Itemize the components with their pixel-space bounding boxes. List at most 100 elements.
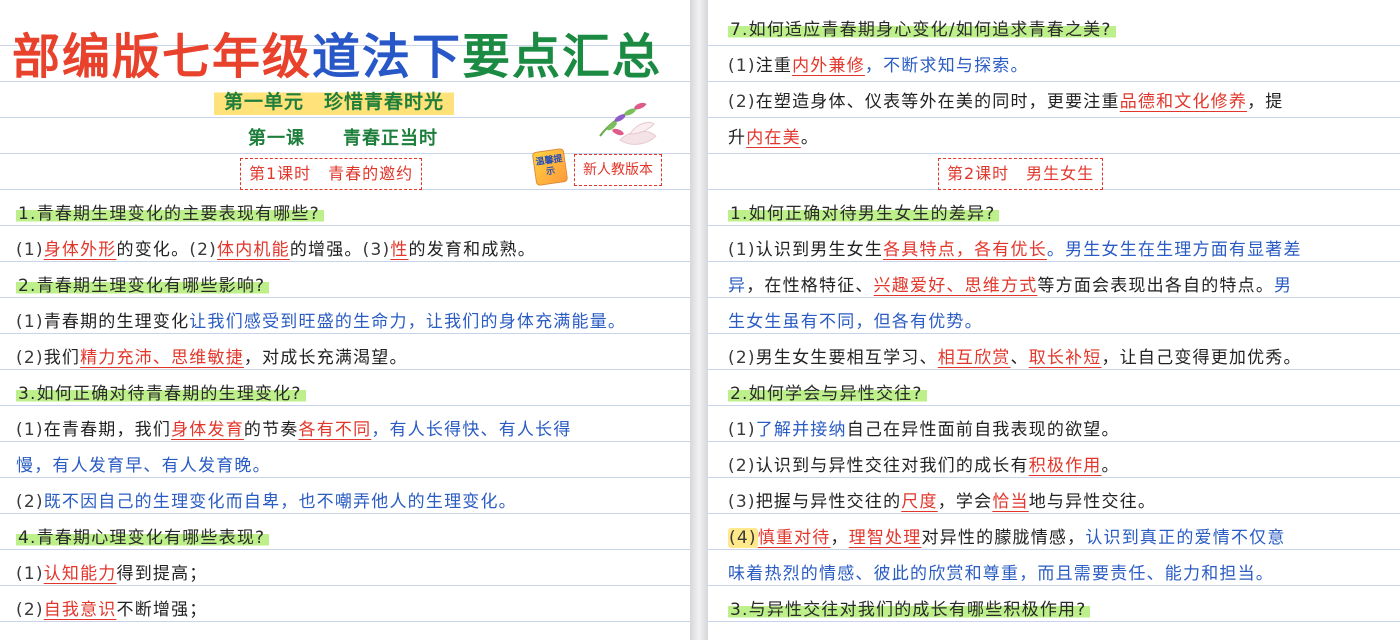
answer-line: (2)认识到与异性交往对我们的成长有积极作用。 <box>728 448 1386 484</box>
answer-line: (3)把握与异性交往的尺度，学会恰当地与异性交往。 <box>728 484 1386 520</box>
note-text: 对异性的朦胧情感， <box>921 528 1086 548</box>
key-term: 尺度 <box>901 492 938 512</box>
note-text: 。 <box>800 128 820 148</box>
answer-line: 异，在性格特征、兴趣爱好、思维方式等方面会表现出各自的特点。男 <box>728 268 1386 304</box>
note-text: 得到提高； <box>116 564 208 584</box>
answer-line: 慢，有人发育早、有人发育晚。 <box>16 448 674 484</box>
note-text: 异 <box>728 276 747 296</box>
key-term: 理智处理 <box>848 528 922 548</box>
key-term: 各有不同 <box>298 420 372 440</box>
question-highlight: 2.青春期生理变化有哪些影响? <box>16 276 270 296</box>
left-page: 部编版七年级道法下要点汇总 第一单元 珍惜青春时光 第一课 青春正当时 第1课时… <box>0 0 690 640</box>
answer-line: (2)自我意识不断增强； <box>16 592 674 628</box>
note-text: 。 <box>1101 456 1120 476</box>
note-text: ，对成长充满渴望。 <box>243 348 408 368</box>
item-number: (1) <box>16 312 44 332</box>
item-number: (1) <box>16 564 44 584</box>
period-label-2: 第2课时 男生女生 <box>938 158 1104 190</box>
key-term: 自我意识 <box>43 600 117 620</box>
question-line: 2.青春期生理变化有哪些影响? <box>16 268 674 304</box>
note-text: 1.青春期生理变化的主要表现有哪些? <box>18 204 320 224</box>
answer-line: (1)认识到男生女生各具特点，各有优长。男生女生在生理方面有显著差 <box>728 232 1386 268</box>
note-text: ，提 <box>1247 92 1284 112</box>
item-number: (3) <box>728 492 756 512</box>
key-term: 内外兼修 <box>792 56 865 76</box>
note-text: 认识到与异性交往对我们的成长有 <box>755 456 1029 476</box>
note-text: ，在性格特征、 <box>746 276 874 296</box>
item-number: (2) <box>728 456 756 476</box>
item-number: (1) <box>728 240 756 260</box>
note-text: 男 <box>1274 276 1293 296</box>
note-text: 男生女生要相互学习、 <box>755 348 938 368</box>
answer-line: (1)了解并接纳自己在异性面前自我表现的欲望。 <box>728 412 1386 448</box>
lesson-title: 第一课 青春正当时 <box>248 128 438 149</box>
note-text: 慢，有人发育早、有人发育晚。 <box>16 456 271 476</box>
answer-line: (2)男生女生要相互学习、相互欣赏、取长补短，让自己变得更加优秀。 <box>728 340 1386 376</box>
note-text: 、 <box>1010 348 1029 368</box>
dove-olive-branch-icon <box>599 102 657 145</box>
key-term: 相互欣赏 <box>937 348 1011 368</box>
key-term: 性 <box>390 240 409 260</box>
key-term: 积极作用 <box>1028 456 1102 476</box>
key-term: 慎重对待 <box>757 528 831 548</box>
answer-line: (1)认知能力得到提高； <box>16 556 674 592</box>
note-text: 的增强。 <box>289 240 363 260</box>
page-title: 部编版七年级道法下要点汇总 <box>12 22 672 92</box>
title-part-1: 部编版七年级 <box>12 29 313 85</box>
item-number: (2) <box>728 92 756 112</box>
question-line: 3.如何正确对待青春期的生理变化? <box>16 376 674 412</box>
item-number: (1) <box>728 56 756 76</box>
note-text: 认识到男生女生 <box>755 240 884 260</box>
key-term: 身体发育 <box>171 420 244 440</box>
note-text: 2.如何学会与异性交往? <box>730 384 923 404</box>
question-highlight: 2.如何学会与异性交往? <box>728 384 927 404</box>
note-text: 3.与异性交往对我们的成长有哪些积极作用? <box>730 600 1087 620</box>
key-term: 各具特点，各有优长 <box>883 240 1047 260</box>
question-highlight: 7.如何适应青春期身心变化/如何追求青春之美? <box>728 20 1116 40</box>
key-term: 恰当 <box>992 492 1029 512</box>
answer-line: (1)注重内外兼修，不断求知与探索。 <box>728 48 1386 84</box>
note-text: 的变化。 <box>116 240 190 260</box>
answer-line: 升内在美。 <box>728 120 1386 156</box>
answer-line: (1)青春期的生理变化让我们感受到旺盛的生命力，让我们的身体充满能量。 <box>16 304 674 340</box>
tip-sticker: 温馨提示 <box>531 147 569 187</box>
item-number: (1) <box>728 420 756 440</box>
answer-line: (2)既不因自己的生理变化而自卑，也不嘲弄他人的生理变化。 <box>16 484 674 520</box>
note-text: 不断增强； <box>116 600 208 620</box>
question-line: 7.如何适应青春期身心变化/如何追求青春之美? <box>728 12 1386 48</box>
note-text: 让我们感受到旺盛的生命力，让我们的身体充满能量。 <box>189 312 627 332</box>
item-number: (2) <box>16 348 44 368</box>
question-highlight: 3.如何正确对待青春期的生理变化? <box>16 384 306 404</box>
notes-spread: 部编版七年级道法下要点汇总 第一单元 珍惜青春时光 第一课 青春正当时 第1课时… <box>0 0 1400 640</box>
key-term: 精力充沛、思维敏捷 <box>80 348 244 368</box>
note-text: 在青春期，我们 <box>43 420 172 440</box>
note-text: 既不因自己的生理变化而自卑，也不嘲弄他人的生理变化。 <box>43 492 517 512</box>
note-text: 2.青春期生理变化有哪些影响? <box>18 276 266 296</box>
item-number: (2) <box>189 240 217 260</box>
question-line: 4.青春期心理变化有哪些表现? <box>16 520 674 556</box>
note-text: 味着热烈的情感、彼此的欣赏和尊重，而且需要责任、能力和担当。 <box>728 564 1274 584</box>
right-page: 7.如何适应青春期身心变化/如何追求青春之美? (1)注重内外兼修，不断求知与探索… <box>708 0 1400 640</box>
item-number: (4) <box>728 528 758 548</box>
note-text: ， <box>830 528 849 548</box>
note-text: 注重 <box>755 56 793 76</box>
title-part-2: 道法下 <box>312 29 463 85</box>
key-term: 内在美 <box>746 128 801 148</box>
answer-line: (1)在青春期，我们身体发育的节奏各有不同，有人长得快、有人长得 <box>16 412 674 448</box>
key-term: 兴趣爱好、思维方式 <box>873 276 1038 296</box>
answer-line: 味着热烈的情感、彼此的欣赏和尊重，而且需要责任、能力和担当。 <box>728 556 1386 592</box>
answer-line: (2)在塑造身体、仪表等外在美的同时，更要注重品德和文化修养，提 <box>728 84 1386 120</box>
note-text: 4.青春期心理变化有哪些表现? <box>18 528 266 548</box>
question-highlight: 1.青春期生理变化的主要表现有哪些? <box>16 204 324 224</box>
question-line: 1.青春期生理变化的主要表现有哪些? <box>16 196 674 232</box>
item-number: (2) <box>16 492 44 512</box>
question-highlight: 4.青春期心理变化有哪些表现? <box>16 528 270 548</box>
key-term: 认知能力 <box>43 564 117 584</box>
note-text: 地与异性交往。 <box>1028 492 1157 512</box>
key-term: 取长补短 <box>1028 348 1102 368</box>
note-text: 把握与异性交往的 <box>755 492 902 512</box>
page-fold <box>690 0 708 640</box>
key-term: 体内机能 <box>217 240 290 260</box>
note-text: ，学会 <box>937 492 993 512</box>
period-label: 第1课时 青春的邀约 <box>240 158 423 190</box>
